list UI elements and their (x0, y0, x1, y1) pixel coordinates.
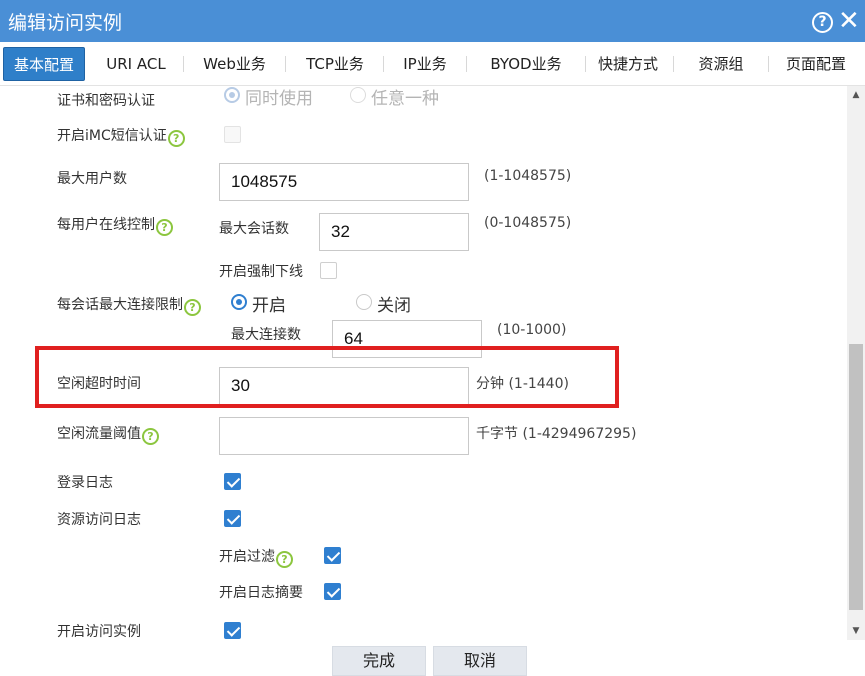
tab-basic-config[interactable]: 基本配置 (3, 47, 85, 81)
tab-separator (673, 56, 674, 72)
cert-auth-both-label: 同时使用 (245, 89, 313, 109)
dialog-footer: 完成 取消 (0, 640, 865, 676)
idle-traffic-input[interactable] (219, 417, 469, 455)
tab-separator (585, 56, 586, 72)
force-offline-checkbox[interactable] (320, 262, 337, 279)
cert-auth-label: 证书和密码认证 (57, 93, 155, 109)
help-icon[interactable]: ? (812, 12, 833, 33)
conn-limit-on-radio[interactable] (231, 294, 247, 310)
tab-uri-acl[interactable]: URI ACL (92, 47, 180, 81)
question-icon[interactable]: ? (184, 299, 201, 316)
tab-tcp-business[interactable]: TCP业务 (289, 47, 381, 81)
highlight-box (35, 346, 619, 408)
resource-log-label: 资源访问日志 (57, 512, 141, 528)
tab-web-business[interactable]: Web业务 (187, 47, 282, 81)
max-sessions-label: 最大会话数 (219, 221, 289, 237)
tab-separator (183, 56, 184, 72)
question-icon[interactable]: ? (142, 428, 159, 445)
imc-sms-label-text: 开启iMC短信认证 (57, 128, 167, 144)
enable-instance-label: 开启访问实例 (57, 624, 141, 640)
tab-bar: 基本配置 URI ACL Web业务 TCP业务 IP业务 BYOD业务 快捷方… (0, 42, 865, 86)
form-content: 证书和密码认证 同时使用 任意一种 开启iMC短信认证? 最大用户数 10485… (0, 86, 847, 640)
cancel-button[interactable]: 取消 (433, 646, 527, 676)
tab-resource-group[interactable]: 资源组 (683, 47, 759, 81)
scroll-up-arrow-icon[interactable]: ▲ (847, 86, 865, 104)
max-users-input[interactable]: 1048575 (219, 163, 469, 201)
idle-traffic-hint: 千字节 (1-4294967295) (476, 426, 637, 442)
log-summary-checkbox[interactable] (324, 583, 341, 600)
per-user-online-label: 每用户在线控制? (57, 214, 173, 236)
filter-label-text: 开启过滤 (219, 549, 275, 565)
tab-page-config[interactable]: 页面配置 (773, 47, 859, 81)
per-session-conn-label-text: 每会话最大连接限制 (57, 297, 183, 313)
idle-traffic-label-text: 空闲流量阈值 (57, 426, 141, 442)
imc-sms-checkbox[interactable] (224, 126, 241, 143)
cert-auth-both-radio[interactable] (224, 87, 240, 103)
tab-ip-business[interactable]: IP业务 (387, 47, 463, 81)
max-conn-label: 最大连接数 (231, 327, 301, 343)
tab-byod-business[interactable]: BYOD业务 (470, 47, 582, 81)
tab-separator (285, 56, 286, 72)
ok-button[interactable]: 完成 (332, 646, 426, 676)
vertical-scrollbar[interactable]: ▲ ▼ (847, 86, 865, 640)
max-conn-hint: (10-1000) (497, 322, 567, 338)
imc-sms-label: 开启iMC短信认证? (57, 125, 185, 147)
question-icon[interactable]: ? (276, 551, 293, 568)
per-session-conn-label: 每会话最大连接限制? (57, 294, 201, 316)
max-users-label: 最大用户数 (57, 171, 127, 187)
login-log-label: 登录日志 (57, 475, 113, 491)
login-log-checkbox[interactable] (224, 473, 241, 490)
scroll-down-arrow-icon[interactable]: ▼ (847, 622, 865, 640)
conn-limit-on-label: 开启 (252, 296, 286, 316)
close-icon[interactable]: ✕ (838, 8, 860, 34)
scrollbar-thumb[interactable] (849, 344, 863, 610)
question-icon[interactable]: ? (156, 219, 173, 236)
max-sessions-hint: (0-1048575) (484, 215, 572, 231)
max-users-hint: (1-1048575) (484, 168, 572, 184)
tab-separator (768, 56, 769, 72)
enable-instance-checkbox[interactable] (224, 622, 241, 639)
log-summary-label: 开启日志摘要 (219, 585, 303, 601)
conn-limit-off-radio[interactable] (356, 294, 372, 310)
idle-traffic-label: 空闲流量阈值? (57, 423, 159, 445)
tab-separator (383, 56, 384, 72)
question-icon[interactable]: ? (167, 130, 185, 147)
resource-log-checkbox[interactable] (224, 510, 241, 527)
per-user-online-label-text: 每用户在线控制 (57, 217, 155, 233)
filter-checkbox[interactable] (324, 547, 341, 564)
cert-auth-any-label: 任意一种 (371, 89, 439, 109)
cert-auth-any-radio[interactable] (350, 87, 366, 103)
dialog-title: 编辑访问实例 (8, 12, 123, 34)
tab-separator (466, 56, 467, 72)
max-sessions-input[interactable]: 32 (319, 213, 469, 251)
tab-shortcuts[interactable]: 快捷方式 (589, 47, 667, 81)
conn-limit-off-label: 关闭 (377, 296, 411, 316)
filter-label: 开启过滤? (219, 546, 293, 568)
force-offline-label: 开启强制下线 (219, 264, 303, 280)
dialog-title-bar: 编辑访问实例 ? ✕ (0, 0, 865, 42)
